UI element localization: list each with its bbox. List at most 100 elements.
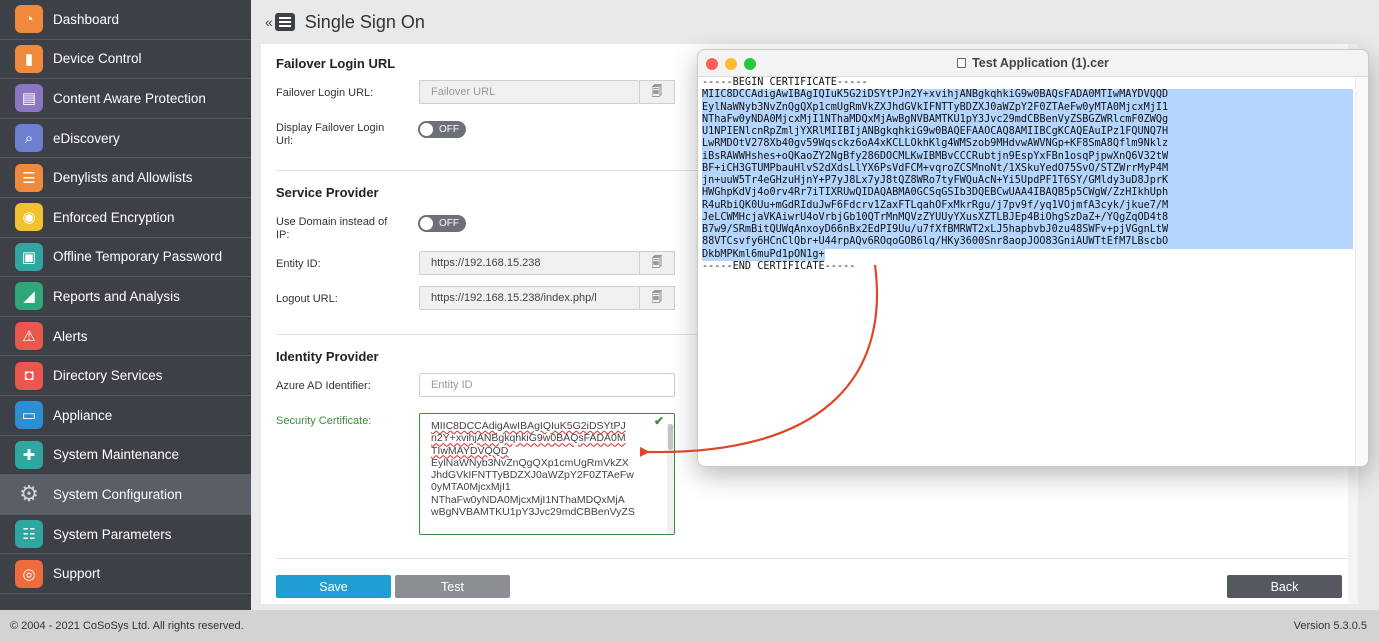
certificate-line: NThaFw0yNDA0MjcxMjI1NThaMDQxMjAwBgNVBAMT… (702, 113, 1353, 126)
sidebar-item-label: Dashboard (53, 11, 120, 27)
sidebar-item-content-aware-protection[interactable]: ▤ Content Aware Protection (0, 79, 251, 119)
logout-url-label: Logout URL: (276, 293, 338, 305)
azure-ad-identifier-input[interactable]: Entity ID (419, 373, 675, 397)
telescope-icon: ⌕ (15, 124, 43, 153)
entity-id-label: Entity ID: (276, 258, 321, 270)
certificate-line: U1NPIENlcnRpZmljYXRlMIIBIjANBgkqhkiG9w0B… (702, 126, 1353, 139)
certificate-line: MIIC8DCCAdigAwIBAgIQIuK5G2iDSYtPJ (431, 420, 626, 432)
certificate-line: R4uRbiQK0Uu+mGdRIduJwF6Fdcrv1ZaxFTLqahOF… (702, 199, 1353, 212)
back-button[interactable]: Back (1227, 575, 1342, 598)
save-button[interactable]: Save (276, 575, 391, 598)
certificate-line: n2Y+xvihjANBgkqhkiG9w0BAQsFADA0M (431, 432, 626, 445)
certificate-line: MIIC8DCCAdigAwIBAgIQIuK5G2iDSYtPJn2Y+xvi… (702, 89, 1353, 102)
certificate-line: JhdGVkIFNTTyBDZXJ0aWZpY2F0ZTAeFw (431, 469, 634, 482)
certificate-begin-line: -----BEGIN CERTIFICATE----- (702, 77, 868, 88)
version-text: Version 5.3.0.5 (1293, 620, 1367, 632)
page-title: Single Sign On (304, 11, 425, 32)
identity-provider-section-title: Identity Provider (276, 349, 379, 364)
sidebar-item-system-maintenance[interactable]: ✚ System Maintenance (0, 436, 251, 476)
sidebar-item-label: Reports and Analysis (53, 288, 180, 304)
sidebar-item-system-parameters[interactable]: ☷ System Parameters (0, 515, 251, 555)
use-domain-label: Use Domain instead of IP: (276, 216, 388, 241)
menu-icon[interactable] (274, 13, 295, 31)
clipboard-icon: 🗐 (651, 256, 663, 269)
tools-icon: ✚ (15, 440, 43, 469)
certificate-line: LwRMDOtV278Xb40gv59Wqsckz6oA4xKCLLOkhKlg… (702, 138, 1353, 151)
sidebar: ◔ Dashboard ▮ Device Control ▤ Content Aware … (0, 0, 251, 610)
list-icon: ☰ (15, 163, 43, 192)
display-failover-toggle[interactable]: OFF (418, 121, 466, 138)
sidebar-item-support[interactable]: ◎ Support (0, 554, 251, 594)
logout-url-input[interactable]: https://192.168.15.238/index.php/l (419, 286, 639, 310)
security-certificate-label: Security Certificate: (276, 415, 372, 427)
sidebar-item-label: Content Aware Protection (53, 90, 206, 106)
security-certificate-textarea[interactable]: MIIC8DCCAdigAwIBAgIQIuK5G2iDSYtPJ n2Y+xvi… (419, 413, 675, 535)
sidebar-item-directory-services[interactable]: ◘ Directory Services (0, 356, 251, 396)
certificate-viewer-window[interactable]: Test Application (1).cer -----BEGIN CERT… (697, 49, 1369, 467)
copy-entity-id-button[interactable]: 🗐 (639, 251, 675, 275)
certificate-line: BF+iCH3GTUMPbauHlvS2dXdsLlYX6PsVdFCM+vqr… (702, 162, 1353, 175)
collapse-sidebar-icon[interactable]: « (265, 14, 273, 30)
copy-logout-url-button[interactable]: 🗐 (639, 286, 675, 310)
sidebar-item-label: System Configuration (53, 486, 183, 502)
sidebar-item-denylists-and-allowlists[interactable]: ☰ Denylists and Allowlists (0, 158, 251, 198)
use-domain-toggle[interactable]: OFF (418, 215, 466, 232)
divider (276, 558, 1356, 559)
valid-check-icon: ✔ (653, 414, 664, 428)
sidebar-item-dashboard[interactable]: ◔ Dashboard (0, 0, 251, 40)
sidebar-item-label: Enforced Encryption (53, 209, 175, 225)
copy-failover-url-button[interactable]: 🗐 (639, 80, 675, 104)
sidebar-item-device-control[interactable]: ▮ Device Control (0, 40, 251, 80)
failover-url-label: Failover Login URL: (276, 87, 374, 99)
certificate-line: 88VTCsvfy6HCnClQbr+U44rpAQv6ROqoGOB6lq/H… (702, 236, 1353, 249)
chart-icon: ◢ (15, 282, 43, 311)
password-icon: ▣ (15, 242, 43, 271)
certificate-line: wBgNVBAMTKU1pY3Jvc29mdCBBenVyZS (431, 506, 635, 519)
parameters-icon: ☷ (15, 520, 43, 549)
certificate-line: B7w9/SRmBitQUWqAnxoyD66nBx2EdPI9Uu/u7fXf… (702, 224, 1353, 237)
failover-url-input[interactable]: Failover URL (419, 80, 639, 104)
clipboard-icon: 🗐 (651, 291, 663, 304)
sidebar-item-enforced-encryption[interactable]: ◉ Enforced Encryption (0, 198, 251, 238)
sidebar-item-offline-temporary-password[interactable]: ▣ Offline Temporary Password (0, 238, 251, 278)
certificate-line: TIwMAYDVQQD (431, 444, 509, 457)
certificate-line: NThaFw0yNDA0MjcxMjI1NThaMDQxMjA (431, 493, 625, 506)
sidebar-item-label: Device Control (53, 51, 142, 67)
sidebar-item-reports-and-analysis[interactable]: ◢ Reports and Analysis (0, 277, 251, 317)
page-header: « Single Sign On (251, 0, 1379, 44)
viewer-titlebar[interactable]: Test Application (1).cer (698, 50, 1368, 77)
document-icon (957, 58, 967, 68)
certificate-body: MIIC8DCCAdigAwIBAgIQIuK5G2iDSYtPJn2Y+xvi… (702, 89, 1353, 261)
service-provider-section-title: Service Provider (276, 185, 379, 200)
sidebar-item-label: Denylists and Allowlists (53, 170, 193, 186)
sidebar-item-system-configuration[interactable]: ⚙ System Configuration (0, 475, 251, 515)
sidebar-item-label: eDiscovery (53, 130, 120, 146)
certificate-text: MIIC8DCCAdigAwIBAgIQIuK5G2iDSYtPJ n2Y+xvi… (431, 420, 653, 518)
sidebar-item-appliance[interactable]: ▭ Appliance (0, 396, 251, 436)
support-icon: ◎ (15, 559, 43, 588)
certificate-content[interactable]: -----BEGIN CERTIFICATE----- MIIC8DCCAdig… (702, 77, 1353, 273)
certificate-line: jn+uuW5Tr4eGHzuHjnY+P7yJ8Lx7yJ8tQZ8WRo7t… (702, 175, 1353, 188)
entity-id-input[interactable]: https://192.168.15.238 (419, 251, 639, 275)
gear-icon: ⚙ (19, 481, 39, 507)
test-button[interactable]: Test (395, 575, 510, 598)
certificate-line: EylNaWNyb3NvZnQgQXp1cmUgRmVkZXJhdGVkIFNT… (702, 101, 1353, 114)
viewer-scrollbar[interactable] (1355, 77, 1368, 466)
sidebar-item-ediscovery[interactable]: ⌕ eDiscovery (0, 119, 251, 159)
sidebar-item-alerts[interactable]: ⚠ Alerts (0, 317, 251, 357)
sidebar-item-label: Alerts (53, 328, 88, 344)
copyright-text: © 2004 - 2021 CoSoSys Ltd. All rights re… (10, 620, 244, 632)
directory-icon: ◘ (15, 361, 43, 390)
certificate-line: 0yMTA0MjcxMjI1 (431, 481, 511, 494)
sidebar-item-label: System Parameters (53, 526, 172, 542)
failover-section-title: Failover Login URL (276, 56, 396, 71)
sidebar-item-label: Directory Services (53, 368, 163, 384)
certificate-line: EylNaWNyb3NvZnQgQXp1cmUgRmVkZX (431, 456, 629, 469)
certificate-scrollbar[interactable] (667, 424, 674, 534)
footer: © 2004 - 2021 CoSoSys Ltd. All rights re… (0, 610, 1379, 641)
sidebar-item-label: System Maintenance (53, 447, 180, 463)
display-failover-label: Display Failover Login Url: (276, 122, 385, 147)
azure-ad-identifier-label: Azure AD Identifier: (276, 380, 371, 392)
sidebar-item-label: Offline Temporary Password (53, 249, 223, 265)
dashboard-icon: ◔ (15, 5, 43, 34)
